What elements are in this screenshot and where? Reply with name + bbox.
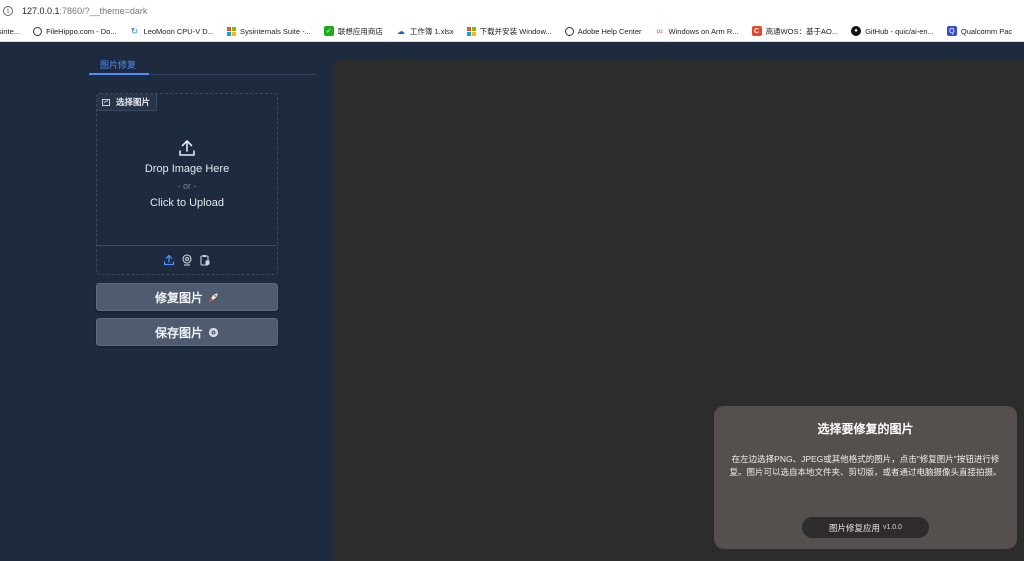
- or-separator-text: - or -: [177, 181, 197, 191]
- tab-image-repair[interactable]: 图片修复: [89, 54, 317, 75]
- upload-source-toolbar: [97, 253, 277, 267]
- address-bar[interactable]: i 127.0.0.1:7860/?__theme=dark: [0, 0, 1024, 21]
- bookmark-item[interactable]: Adobe Help Center: [564, 26, 642, 36]
- webcam-icon[interactable]: [181, 253, 194, 266]
- tab-active-indicator: [89, 73, 149, 75]
- notice-title: 选择要修复的图片: [817, 422, 914, 436]
- bookmark-item[interactable]: Q Qualcomm Pac: [946, 26, 1012, 36]
- windows-icon: [226, 26, 236, 36]
- app-name: 图片修复应用: [828, 522, 880, 533]
- bookmark-item[interactable]: ● GitHub - quic/ai-en...: [851, 26, 934, 36]
- upload-file-icon[interactable]: [163, 253, 176, 266]
- bookmark-item[interactable]: sinte...: [0, 27, 20, 36]
- bookmark-item[interactable]: FileHippo.com - Do...: [33, 26, 117, 36]
- globe-icon: [564, 26, 574, 36]
- bookmarks-bar: sinte... FileHippo.com - Do... ↻ LeoMoon…: [0, 21, 1024, 42]
- rocket-icon: [208, 292, 219, 303]
- repair-image-button[interactable]: 修复图片: [96, 283, 278, 311]
- clipboard-icon[interactable]: [199, 253, 212, 266]
- upload-icon: [179, 140, 195, 156]
- info-notice-card: 选择要修复的图片 在左边选择PNG、JPEG或其他格式的图片，点击"修复图片"按…: [714, 406, 1017, 549]
- url-text[interactable]: 127.0.0.1:7860/?__theme=dark: [22, 6, 147, 16]
- bookmark-item[interactable]: Sysinternals Suite -...: [226, 26, 311, 36]
- bookmark-item[interactable]: ∞ Windows on Arm R...: [655, 26, 738, 36]
- tab-label: 图片修复: [100, 60, 137, 70]
- save-image-button[interactable]: 保存图片: [96, 318, 278, 346]
- upload-divider: [97, 245, 277, 246]
- windows-icon: [466, 26, 476, 36]
- site-info-icon[interactable]: i: [3, 5, 13, 16]
- bookmark-item[interactable]: C 高通WOS：基于AO...: [751, 26, 838, 37]
- image-upload-dropzone[interactable]: 选择图片 Drop Image Here - or - Click to Upl…: [96, 93, 278, 275]
- image-icon: [102, 98, 110, 106]
- globe-icon: [33, 26, 43, 36]
- app-version: v1.0.0: [882, 524, 903, 531]
- github-icon: ●: [851, 26, 862, 36]
- bookmark-item[interactable]: 下载并安装 Window...: [466, 26, 552, 37]
- drop-image-text: Drop Image Here: [144, 163, 230, 175]
- lenovo-store-icon: ✓: [323, 26, 334, 36]
- click-to-upload-text: Click to Upload: [150, 197, 224, 209]
- onedrive-icon: ☁: [396, 26, 405, 36]
- link-icon: ∞: [656, 26, 663, 36]
- qualcomm-icon: Q: [946, 26, 957, 36]
- bookmark-item[interactable]: ↻ LeoMoon CPU-V D...: [130, 26, 214, 36]
- notice-description: 在左边选择PNG、JPEG或其他格式的图片，点击"修复图片"按钮进行修复。图片可…: [729, 454, 1002, 477]
- disc-icon: [208, 327, 219, 338]
- bookmark-item[interactable]: ☁ 工作簿 1.xlsx: [396, 26, 454, 37]
- csdn-icon: C: [751, 26, 762, 36]
- leomoon-icon: ↻: [130, 25, 139, 36]
- app-version-badge: 图片修复应用 v1.0.0: [802, 517, 929, 538]
- upload-label-badge: 选择图片: [97, 94, 158, 111]
- bookmark-item[interactable]: ✓ 联想应用商店: [323, 26, 383, 37]
